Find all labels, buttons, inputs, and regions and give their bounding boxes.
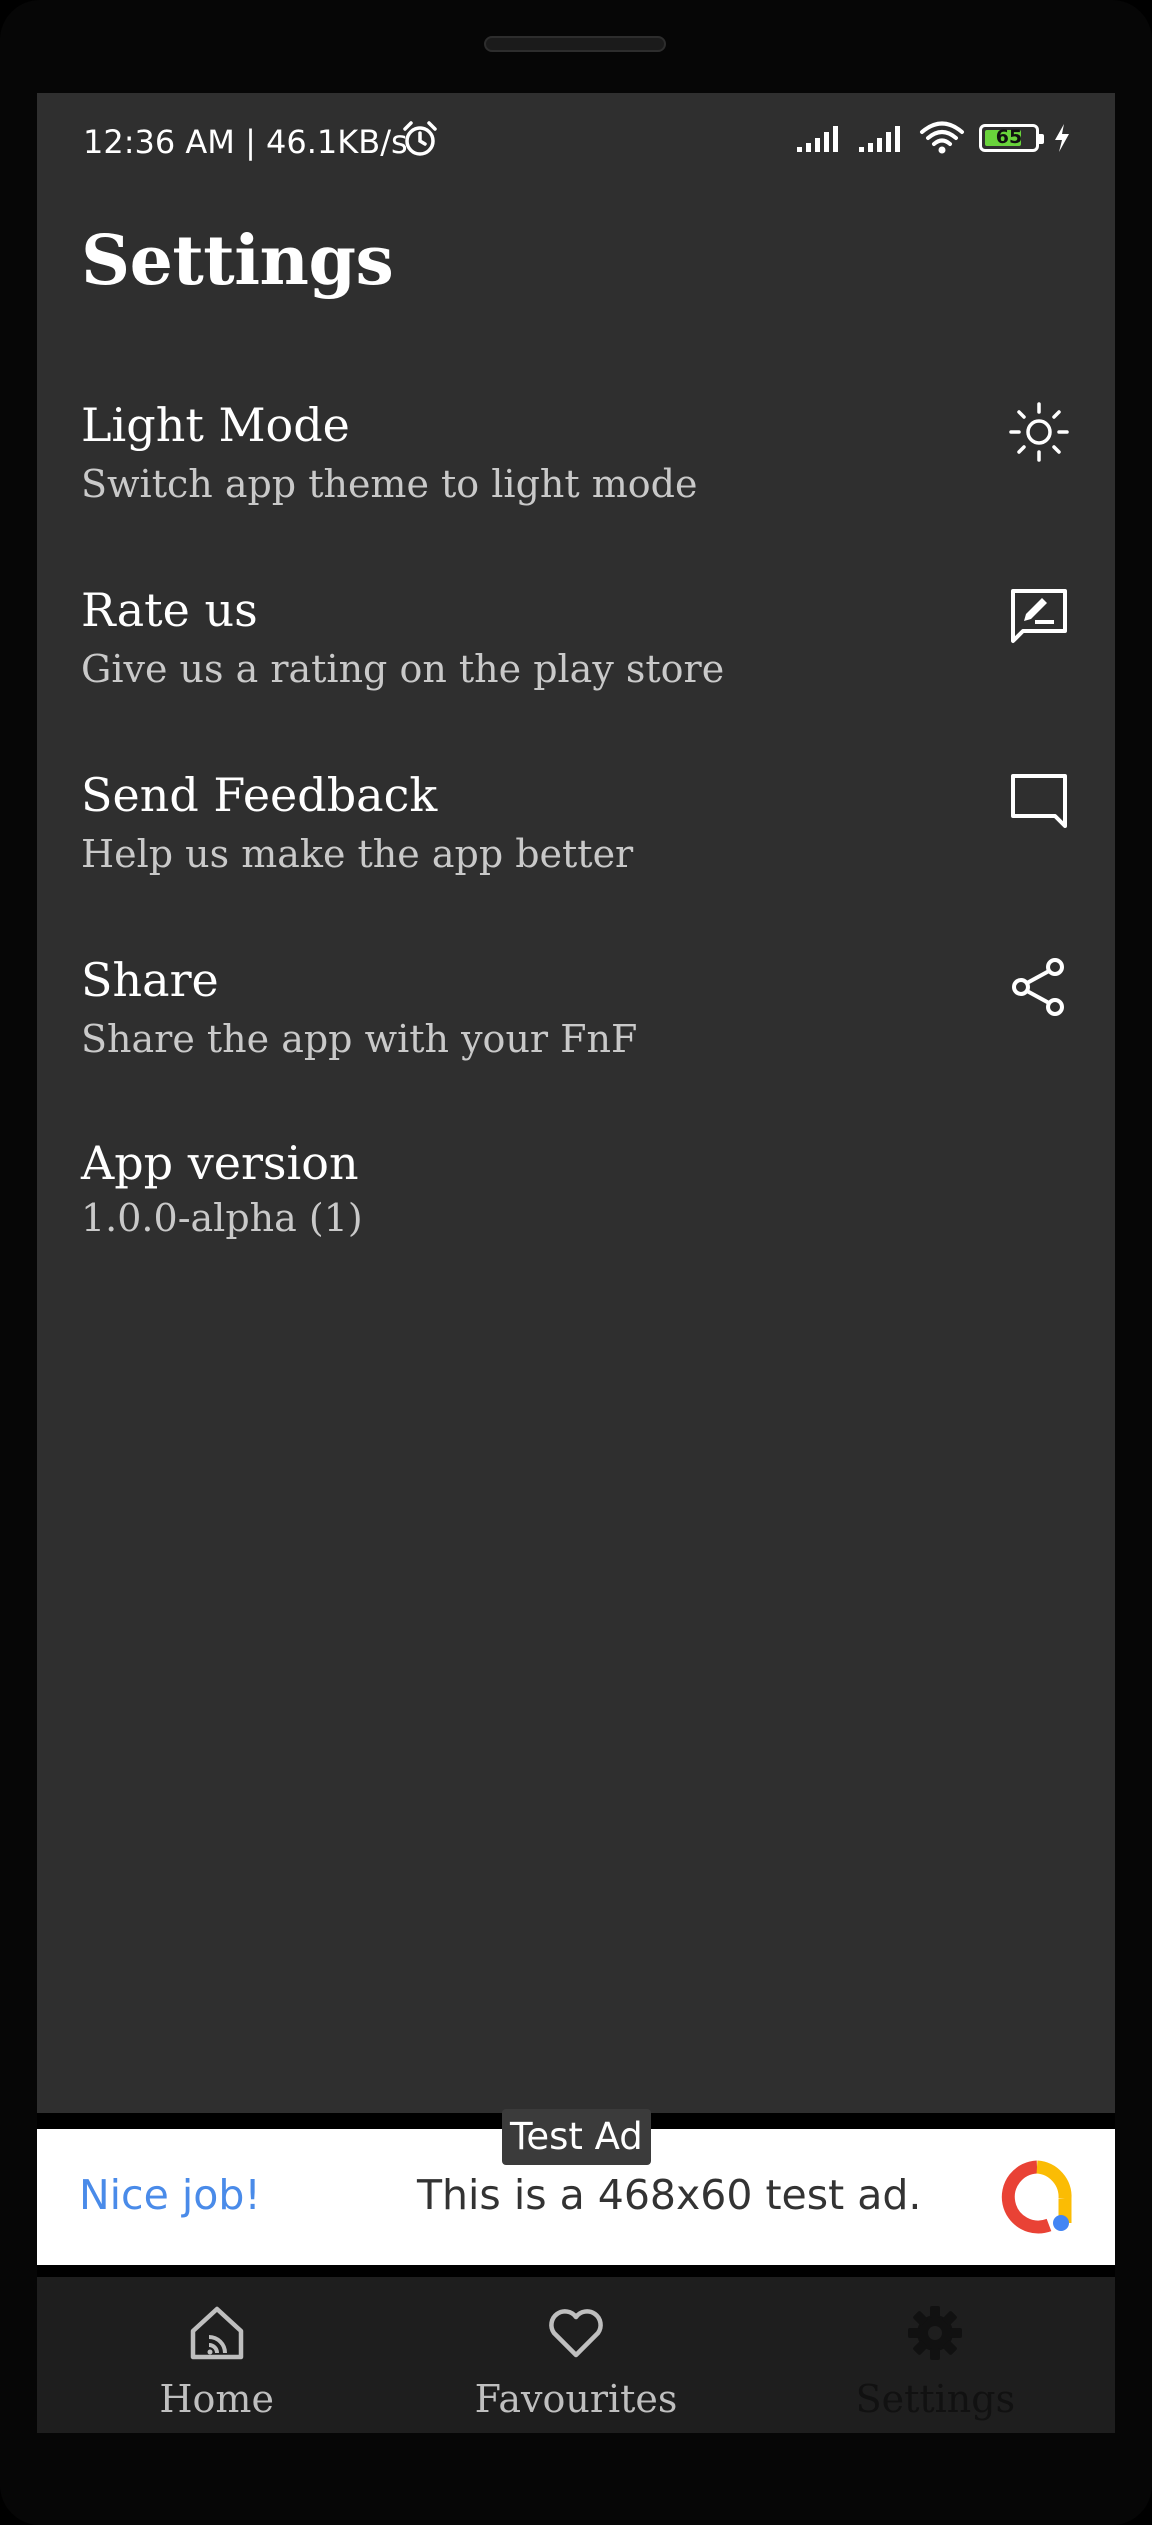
- setting-rate-us[interactable]: Rate us Give us a rating on the play sto…: [37, 583, 1115, 733]
- chat-bubble-icon: [1011, 774, 1067, 828]
- setting-light-mode[interactable]: Light Mode Switch app theme to light mod…: [37, 398, 1115, 548]
- setting-subtitle: Switch app theme to light mode: [81, 462, 698, 506]
- share-icon: [1012, 958, 1064, 1016]
- status-bar: 12:36 AM | 46.1KB/s 65: [37, 93, 1115, 193]
- setting-app-version: App version 1.0.0-alpha (1): [37, 1136, 1115, 1286]
- setting-subtitle: Help us make the app better: [81, 832, 634, 876]
- nav-item-favourites[interactable]: Favourites: [396, 2277, 755, 2433]
- battery-icon: 65: [979, 124, 1044, 152]
- charging-icon: [1055, 124, 1069, 152]
- setting-title: Share: [81, 953, 219, 1007]
- ad-left-text: Nice job!: [79, 2171, 261, 2219]
- status-time: 12:36 AM | 46.1KB/s: [83, 123, 408, 161]
- setting-subtitle: Share the app with your FnF: [81, 1017, 638, 1061]
- status-icons: 65: [795, 121, 1071, 155]
- setting-title: Send Feedback: [81, 768, 438, 822]
- nav-label-home: Home: [159, 2377, 274, 2421]
- signal-icon: [859, 126, 900, 152]
- setting-share[interactable]: Share Share the app with your FnF: [37, 953, 1115, 1103]
- bottom-navigation: Home Favourites Settings: [37, 2277, 1115, 2433]
- setting-subtitle: Give us a rating on the play store: [81, 647, 725, 691]
- ad-label: Test Ad: [502, 2109, 651, 2165]
- alarm-icon: [400, 119, 440, 163]
- setting-title: Light Mode: [81, 398, 350, 452]
- app-version-value: 1.0.0-alpha (1): [81, 1196, 363, 1240]
- ad-main-text: This is a 468x60 test ad.: [417, 2171, 922, 2219]
- nav-item-settings[interactable]: Settings: [756, 2277, 1115, 2433]
- setting-send-feedback[interactable]: Send Feedback Help us make the app bette…: [37, 768, 1115, 918]
- app-screen: 12:36 AM | 46.1KB/s 65 Settings Light Mo…: [37, 93, 1115, 2433]
- rate-review-icon: [1011, 589, 1067, 643]
- phone-frame: 12:36 AM | 46.1KB/s 65 Settings Light Mo…: [0, 0, 1152, 2525]
- setting-title: App version: [81, 1136, 359, 1190]
- speaker-grille: [484, 36, 666, 52]
- signal-icon: [797, 126, 838, 152]
- nav-label-favourites: Favourites: [474, 2377, 678, 2421]
- page-title: Settings: [81, 221, 394, 301]
- nav-item-home[interactable]: Home: [37, 2277, 396, 2433]
- wifi-icon: [920, 121, 964, 154]
- gear-icon: [908, 2306, 963, 2360]
- battery-level: 65: [995, 126, 1023, 148]
- setting-title: Rate us: [81, 583, 258, 637]
- home-icon: [190, 2306, 243, 2360]
- ad-banner[interactable]: Nice job! This is a 468x60 test ad. Test…: [37, 2109, 1115, 2265]
- nav-label-settings: Settings: [855, 2377, 1016, 2421]
- sun-icon: [1009, 402, 1069, 462]
- heart-icon: [549, 2309, 603, 2358]
- ad-logo-icon: [1001, 2160, 1072, 2234]
- ad-bottom-border: [37, 2265, 1115, 2277]
